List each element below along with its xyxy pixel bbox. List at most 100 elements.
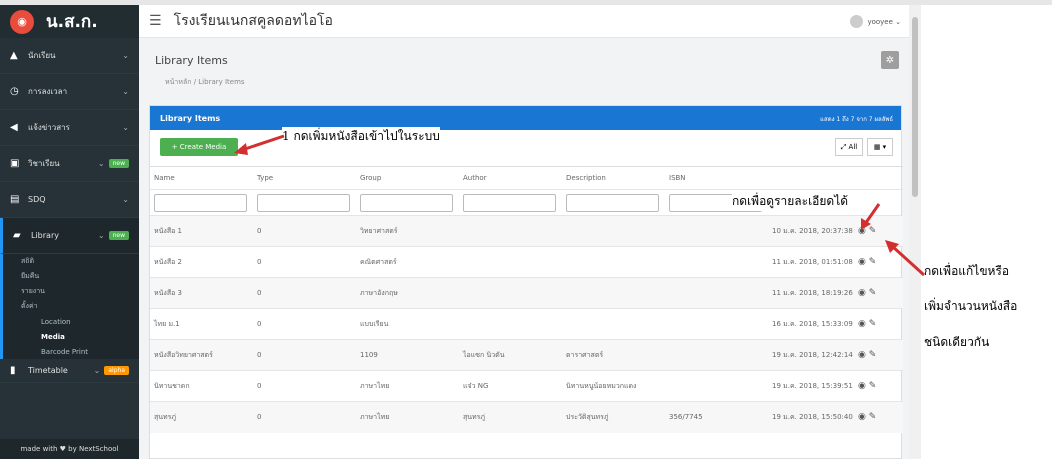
logo[interactable]: ◉ น.ส.ก. <box>0 5 139 38</box>
col-group[interactable]: Group <box>356 166 459 190</box>
sidebar-item-timetable[interactable]: ▮ Timetable ⌄ alpha <box>0 359 139 383</box>
panel-header: Library Items แสดง 1 ถึง 7 จาก 7 ผลลัพธ์ <box>150 106 901 130</box>
user-name: yooyee ⌄ <box>867 17 901 26</box>
sidebar-sub-stats[interactable]: สถิติ <box>0 254 139 269</box>
filter-author-input[interactable] <box>463 193 557 212</box>
cell-isbn <box>665 308 768 340</box>
graduation-icon: ▲ <box>10 50 18 61</box>
create-media-button[interactable]: + Create Media <box>160 138 238 156</box>
table-row: หนังสือ 2 0 คณิตศาสตร์ 11 ม.ค. 2018, 01:51:… <box>150 246 903 278</box>
box-icon: ▤ <box>10 194 20 205</box>
alpha-badge: alpha <box>104 366 129 375</box>
clock-icon: ◷ <box>10 86 19 97</box>
export-button[interactable]: ▦ ▾ <box>867 138 893 156</box>
sidebar-sub-barcode[interactable]: Barcode Print <box>0 344 139 359</box>
pencil-icon[interactable]: ✎ <box>869 350 877 360</box>
sidebar-sub-borrow[interactable]: ยืมคืน <box>0 269 139 284</box>
eye-icon[interactable]: ◉ <box>858 350 866 360</box>
owl-icon: ◉ <box>10 9 34 34</box>
table-row: หนังสือ 3 0 ภาษาอังกฤษ 11 ม.ค. 2018, 18:19:… <box>150 277 903 309</box>
col-description[interactable]: Description <box>562 166 665 190</box>
cell-date: 11 ม.ค. 2018, 18:19:26 <box>768 277 854 309</box>
eye-icon[interactable]: ◉ <box>858 381 866 391</box>
eye-icon[interactable]: ◉ <box>858 257 866 267</box>
filter-name-input[interactable] <box>154 193 248 212</box>
row-actions: ◉ ✎ <box>854 370 903 402</box>
cell-isbn <box>665 246 768 278</box>
sidebar-sub-media[interactable]: Media <box>0 329 139 344</box>
hamburger-icon[interactable]: ☰ <box>149 13 162 29</box>
cell-name: สุนทรภู่ <box>150 401 253 433</box>
cell-description: ดาราศาสตร์ <box>562 339 665 371</box>
chevron-down-icon: ⌄ <box>122 87 129 96</box>
gear-icon[interactable]: ✲ <box>881 51 899 69</box>
cell-type: 0 <box>253 339 356 371</box>
pencil-icon[interactable]: ✎ <box>869 319 877 329</box>
panel-title: Library Items <box>160 113 221 123</box>
sidebar-item-label: การลงเวลา <box>28 87 68 96</box>
cell-author <box>459 246 562 278</box>
logo-text: น.ส.ก. <box>46 12 98 32</box>
sidebar-item-library[interactable]: ▰ Library ⌄ new <box>0 218 139 254</box>
scrollbar-thumb[interactable] <box>912 17 918 197</box>
pencil-icon[interactable]: ✎ <box>869 381 877 391</box>
show-all-button[interactable]: ⤢ All <box>835 138 863 156</box>
sidebar-item-attendance[interactable]: ◷ การลงเวลา ⌄ <box>0 74 139 110</box>
filter-type-input[interactable] <box>257 193 351 212</box>
main-content: Library Items หน้าหลัก / Library Items ✲… <box>139 38 909 459</box>
sidebar-item-label: แจ้งข่าวสาร <box>28 123 70 132</box>
cell-group: ภาษาอังกฤษ <box>356 277 459 309</box>
annotation-edit-line2: เพิ่มจำนวนหนังสือ <box>924 297 1018 316</box>
cell-group: แบบเรียน <box>356 308 459 340</box>
filter-group-input[interactable] <box>360 193 454 212</box>
col-author[interactable]: Author <box>459 166 562 190</box>
pencil-icon[interactable]: ✎ <box>869 412 877 422</box>
sidebar-item-subjects[interactable]: ▣ วิชาเรียน ⌄ new <box>0 146 139 182</box>
sidebar-item-sdq[interactable]: ▤ SDQ ⌄ <box>0 182 139 218</box>
cell-type: 0 <box>253 370 356 402</box>
sidebar-item-students[interactable]: ▲ นักเรียน ⌄ <box>0 38 139 74</box>
sidebar-item-label: นักเรียน <box>28 51 56 60</box>
cell-name: ไทย ม.1 <box>150 308 253 340</box>
cell-author: แจ๋ว NG <box>459 370 562 402</box>
sidebar-sub-report[interactable]: รายงาน <box>0 284 139 299</box>
col-type[interactable]: Type <box>253 166 356 190</box>
sidebar-item-label: SDQ <box>28 195 46 204</box>
table-row: หนังสือวิทยาศาสตร์ 0 1109 ไอแซก นิวตัน ดาราศ… <box>150 339 903 371</box>
user-menu[interactable]: yooyee ⌄ <box>850 15 901 28</box>
eye-icon[interactable]: ◉ <box>858 412 866 422</box>
table-row: ไทย ม.1 0 แบบเรียน 16 ม.ค. 2018, 15:33:09 ◉ … <box>150 308 903 340</box>
sidebar-sub-location[interactable]: Location <box>0 314 139 329</box>
cell-type: 0 <box>253 401 356 433</box>
eye-icon[interactable]: ◉ <box>858 319 866 329</box>
megaphone-icon: ◀ <box>10 122 18 133</box>
cell-description: นิทานหนูน้อยหมวกแดง <box>562 370 665 402</box>
cell-author: สุนทรภู่ <box>459 401 562 433</box>
cell-author <box>459 277 562 309</box>
cell-isbn <box>665 277 768 309</box>
sidebar-item-label: Timetable <box>28 366 68 375</box>
pencil-icon[interactable]: ✎ <box>869 257 877 267</box>
cell-description <box>562 215 665 247</box>
arrow-create <box>234 134 285 155</box>
chevron-down-icon: ⌄ <box>122 51 129 60</box>
cell-group: ภาษาไทย <box>356 401 459 433</box>
sidebar-sub-settings[interactable]: ตั้งค่า <box>0 299 139 314</box>
cell-description <box>562 308 665 340</box>
cell-description: ประวัติสุนทรภู่ <box>562 401 665 433</box>
cell-description <box>562 277 665 309</box>
col-name[interactable]: Name <box>150 166 253 190</box>
filter-description-input[interactable] <box>566 193 660 212</box>
row-actions: ◉ ✎ <box>854 277 903 309</box>
avatar <box>850 15 864 28</box>
table-row: สุนทรภู่ 0 ภาษาไทย สุนทรภู่ ประวัติสุนทรภู่ 3… <box>150 401 903 433</box>
cell-date: 11 ม.ค. 2018, 01:51:08 <box>768 246 854 278</box>
cell-date: 10 ม.ค. 2018, 20:37:38 <box>768 215 854 247</box>
col-isbn[interactable]: ISBN <box>665 166 768 190</box>
sidebar-item-news[interactable]: ◀ แจ้งข่าวสาร ⌄ <box>0 110 139 146</box>
pencil-icon[interactable]: ✎ <box>869 288 877 298</box>
breadcrumb[interactable]: หน้าหลัก / Library Items <box>165 77 245 88</box>
scrollbar[interactable] <box>909 5 921 459</box>
cell-group: วิทยาศาสตร์ <box>356 215 459 247</box>
eye-icon[interactable]: ◉ <box>858 288 866 298</box>
